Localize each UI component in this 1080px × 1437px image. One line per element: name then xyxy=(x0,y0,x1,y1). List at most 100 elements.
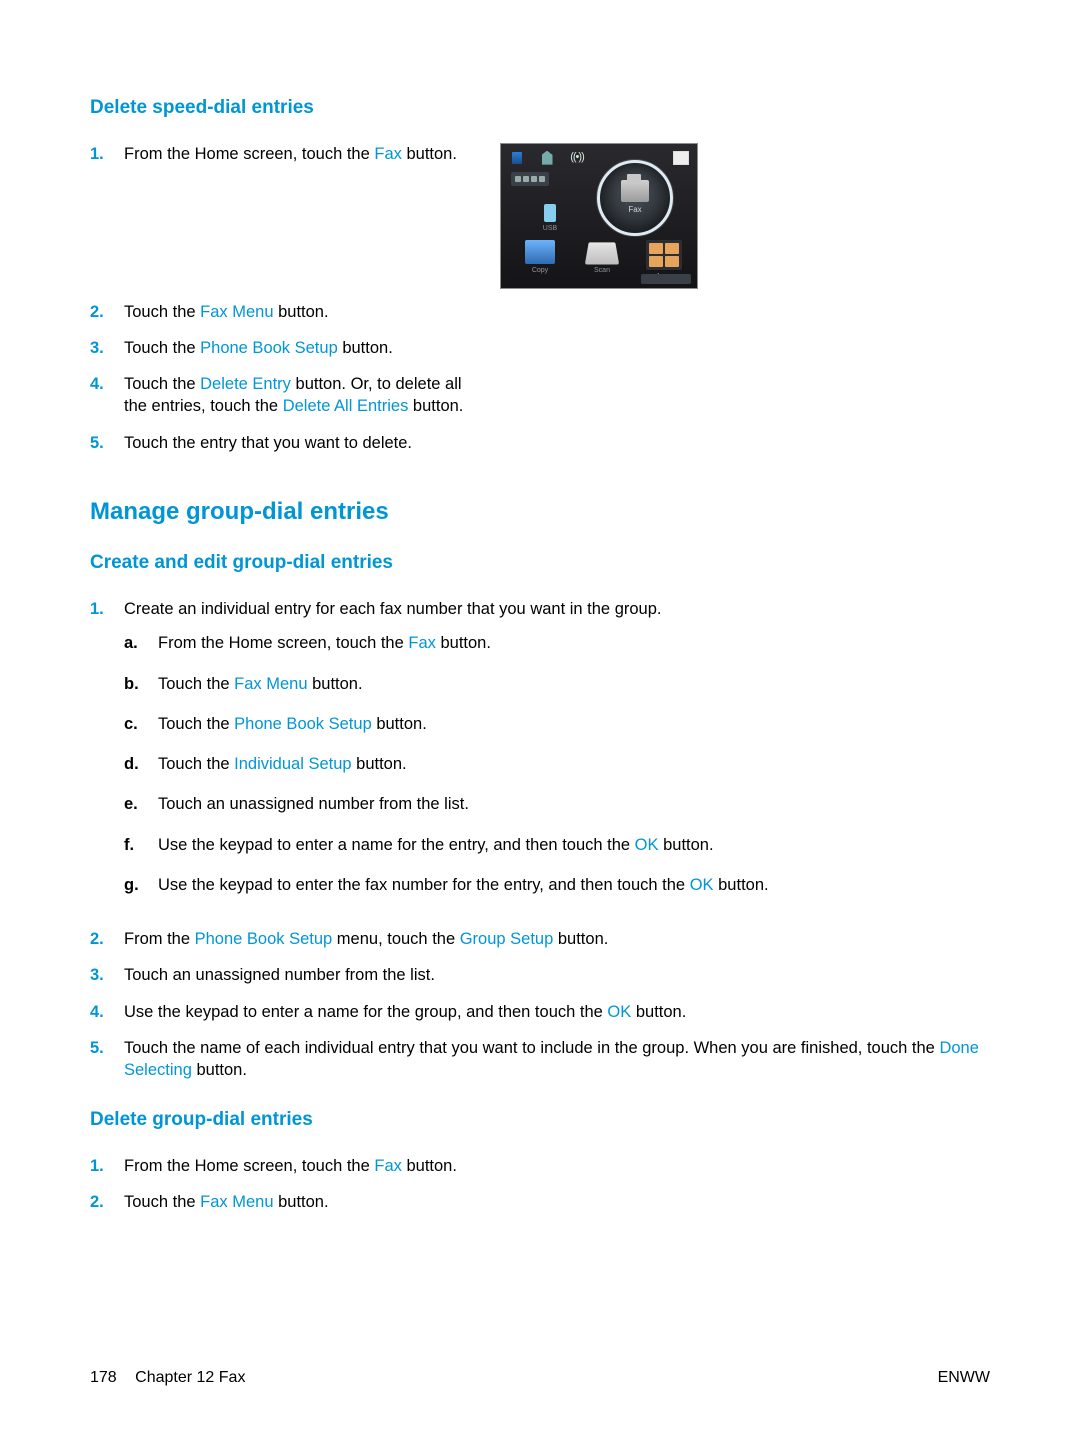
ui-ref-ok: OK xyxy=(635,836,659,854)
substep-marker: g. xyxy=(124,874,158,896)
substep-text: Touch the Phone Book Setup button. xyxy=(158,713,990,735)
wireless-icon xyxy=(569,150,585,166)
step-text: From the Phone Book Setup menu, touch th… xyxy=(124,928,990,950)
chapter-label: Chapter 12 Fax xyxy=(135,1369,245,1386)
status-bar xyxy=(501,148,697,168)
step-text: Touch the Phone Book Setup button. xyxy=(124,337,480,359)
ui-ref-phone-book-setup: Phone Book Setup xyxy=(195,930,333,948)
step-text: Touch the Fax Menu button. xyxy=(124,301,480,323)
ui-ref-phone-book-setup: Phone Book Setup xyxy=(234,715,372,733)
status-icon xyxy=(673,151,689,165)
heading-delete-speed-dial: Delete speed-dial entries xyxy=(90,95,990,121)
step-number: 1. xyxy=(90,143,124,165)
sub-list-item: f. Use the keypad to enter a name for th… xyxy=(124,834,990,856)
substep-marker: d. xyxy=(124,753,158,775)
step-number: 2. xyxy=(90,1191,124,1213)
usb-app-icon xyxy=(544,204,556,222)
ui-ref-ok: OK xyxy=(607,1003,631,1021)
step-number: 3. xyxy=(90,964,124,986)
copy-app: Copy xyxy=(519,240,561,275)
ui-ref-delete-all-entries: Delete All Entries xyxy=(283,397,409,415)
ui-ref-fax: Fax xyxy=(374,145,402,163)
scan-app-icon xyxy=(585,242,619,264)
list-item: 2. Touch the Fax Menu button. xyxy=(90,301,480,323)
list-item: 1. Create an individual entry for each f… xyxy=(90,598,990,914)
ui-ref-phone-book-setup: Phone Book Setup xyxy=(200,339,338,357)
ui-ref-individual-setup: Individual Setup xyxy=(234,755,351,773)
copy-app-icon xyxy=(525,240,555,264)
ui-ref-fax-menu: Fax Menu xyxy=(234,675,307,693)
sub-list-item: e. Touch an unassigned number from the l… xyxy=(124,793,990,815)
page: Delete speed-dial entries 1. From the Ho… xyxy=(0,0,1080,1437)
scan-app: Scan xyxy=(581,240,623,275)
list-item: 1. From the Home screen, touch the Fax b… xyxy=(90,143,480,165)
ui-ref-ok: OK xyxy=(690,876,714,894)
sub-list-item: b. Touch the Fax Menu button. xyxy=(124,673,990,695)
substep-marker: f. xyxy=(124,834,158,856)
sd-icon xyxy=(509,150,525,166)
toolbar-icon xyxy=(641,274,691,284)
list-item: 4. Touch the Delete Entry button. Or, to… xyxy=(90,373,480,418)
step-number: 5. xyxy=(90,1037,124,1059)
fax-icon xyxy=(621,180,649,202)
step-number: 4. xyxy=(90,1001,124,1023)
ink-level-icon xyxy=(511,172,549,186)
heading-create-edit-group-dial: Create and edit group-dial entries xyxy=(90,550,990,576)
step-text: Touch the name of each individual entry … xyxy=(124,1037,990,1082)
ui-ref-fax-menu: Fax Menu xyxy=(200,303,273,321)
list-item: 4. Use the keypad to enter a name for th… xyxy=(90,1001,990,1023)
printer-home-screenshot: Fax USB Copy Scan Apps xyxy=(500,143,698,289)
heading-delete-group-dial: Delete group-dial entries xyxy=(90,1107,990,1133)
step-row-with-image: 1. From the Home screen, touch the Fax b… xyxy=(90,143,990,289)
step-text: Create an individual entry for each fax … xyxy=(124,600,661,618)
step-number: 5. xyxy=(90,432,124,454)
ui-ref-fax: Fax xyxy=(374,1157,402,1175)
substep-marker: b. xyxy=(124,673,158,695)
substep-marker: a. xyxy=(124,632,158,654)
step-text: Use the keypad to enter a name for the g… xyxy=(124,1001,990,1023)
step-text: Touch the entry that you want to delete. xyxy=(124,432,480,454)
step-number: 2. xyxy=(90,301,124,323)
ui-ref-delete-entry: Delete Entry xyxy=(200,375,291,393)
page-footer: 178 Chapter 12 Fax ENWW xyxy=(90,1367,990,1389)
substep-text: Use the keypad to enter the fax number f… xyxy=(158,874,990,896)
list-item: 2. From the Phone Book Setup menu, touch… xyxy=(90,928,990,950)
page-number: 178 xyxy=(90,1369,117,1386)
list-item: 5. Touch the name of each individual ent… xyxy=(90,1037,990,1082)
list-item: 3. Touch an unassigned number from the l… xyxy=(90,964,990,986)
substep-marker: c. xyxy=(124,713,158,735)
step-number: 3. xyxy=(90,337,124,359)
step-text: Touch the Delete Entry button. Or, to de… xyxy=(124,373,480,418)
sub-list-item: a. From the Home screen, touch the Fax b… xyxy=(124,632,990,654)
substep-text: Touch an unassigned number from the list… xyxy=(158,793,990,815)
step-text: Touch an unassigned number from the list… xyxy=(124,964,990,986)
fax-app-highlight: Fax xyxy=(597,160,673,236)
usb-app: USB xyxy=(529,204,571,233)
ui-ref-fax: Fax xyxy=(408,634,436,652)
heading-manage-group-dial: Manage group-dial entries xyxy=(90,496,990,528)
substep-text: Touch the Individual Setup button. xyxy=(158,753,990,775)
step-text: From the Home screen, touch the Fax butt… xyxy=(124,143,480,165)
substep-text: Touch the Fax Menu button. xyxy=(158,673,990,695)
step-number: 1. xyxy=(90,598,124,620)
sub-list-item: g. Use the keypad to enter the fax numbe… xyxy=(124,874,990,896)
ui-ref-group-setup: Group Setup xyxy=(460,930,554,948)
apps-app-icon xyxy=(646,240,682,270)
ui-ref-fax-menu: Fax Menu xyxy=(200,1193,273,1211)
fax-label: Fax xyxy=(628,205,641,216)
list-item: 5. Touch the entry that you want to dele… xyxy=(90,432,480,454)
step-text: Touch the Fax Menu button. xyxy=(124,1191,990,1213)
sub-list-item: d. Touch the Individual Setup button. xyxy=(124,753,990,775)
sub-list-item: c. Touch the Phone Book Setup button. xyxy=(124,713,990,735)
step-number: 2. xyxy=(90,928,124,950)
substep-marker: e. xyxy=(124,793,158,815)
substep-text: From the Home screen, touch the Fax butt… xyxy=(158,632,990,654)
list-item: 2. Touch the Fax Menu button. xyxy=(90,1191,990,1213)
list-item: 3. Touch the Phone Book Setup button. xyxy=(90,337,480,359)
step-text: From the Home screen, touch the Fax butt… xyxy=(124,1155,990,1177)
step-number: 4. xyxy=(90,373,124,395)
brand-label: ENWW xyxy=(938,1367,990,1389)
usb-icon xyxy=(539,150,555,166)
step-number: 1. xyxy=(90,1155,124,1177)
substep-text: Use the keypad to enter a name for the e… xyxy=(158,834,990,856)
